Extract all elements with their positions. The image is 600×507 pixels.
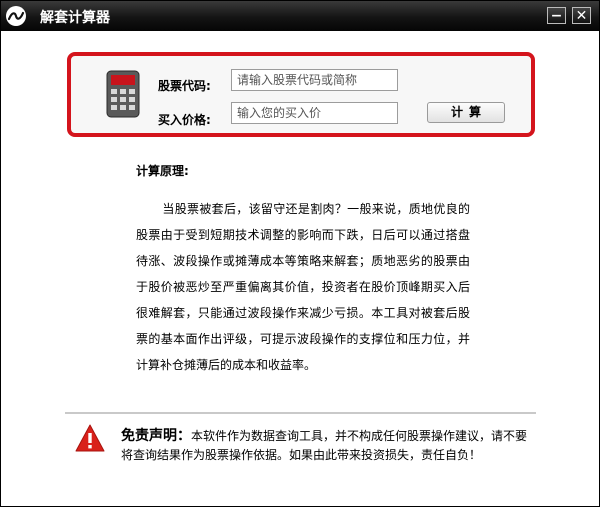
buy-price-input[interactable] xyxy=(231,102,398,124)
app-logo-icon xyxy=(6,6,26,26)
stock-code-input[interactable] xyxy=(231,69,398,91)
minimize-button[interactable]: − xyxy=(547,7,566,24)
calculate-button[interactable]: 计算 xyxy=(427,102,505,123)
calculator-icon xyxy=(106,70,140,122)
title-bar[interactable]: 解套计算器 − ✕ xyxy=(1,1,599,31)
disclaimer: 免责声明：本软件作为数据查询工具，并不构成任何股票操作建议，请不要将查询结果作为… xyxy=(121,427,531,465)
stock-code-label: 股票代码: xyxy=(158,79,211,93)
window-title: 解套计算器 xyxy=(40,10,110,26)
app-window: 解套计算器 − ✕ 股票代码: 买入价格: 计算 计算原理: 当股票被套后，该留… xyxy=(0,0,600,507)
principle-title: 计算原理: xyxy=(136,164,189,178)
disclaimer-title: 免责声明： xyxy=(121,428,191,444)
buy-price-label: 买入价格: xyxy=(158,113,211,127)
divider xyxy=(65,412,536,414)
close-button[interactable]: ✕ xyxy=(572,7,591,24)
principle-text: 当股票被套后，该留守还是割肉？一般来说，质地优良的股票由于受到短期技术调整的影响… xyxy=(136,202,470,372)
warning-icon xyxy=(75,424,105,456)
input-panel: 股票代码: 买入价格: 计算 xyxy=(67,52,535,137)
